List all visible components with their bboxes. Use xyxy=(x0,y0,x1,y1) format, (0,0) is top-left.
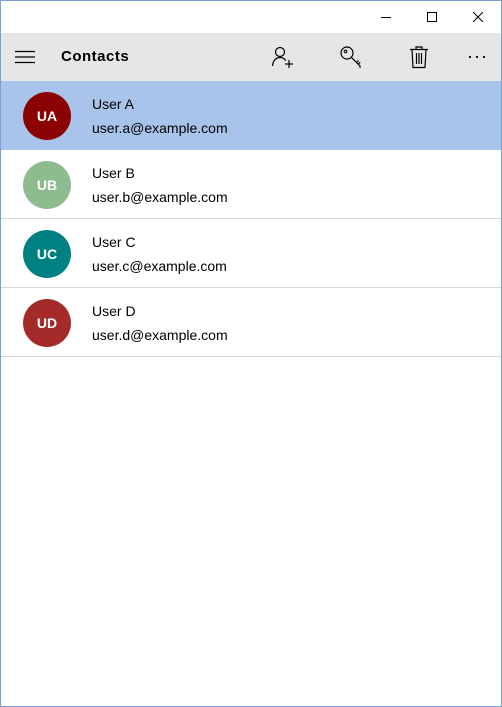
more-button[interactable] xyxy=(453,33,501,81)
command-bar: Contacts xyxy=(1,33,501,81)
close-button[interactable] xyxy=(455,1,501,33)
contacts-list: UA User A user.a@example.com UB User B u… xyxy=(1,81,501,357)
delete-button[interactable] xyxy=(395,33,443,81)
key-icon xyxy=(340,46,361,68)
add-contact-button[interactable] xyxy=(259,33,307,81)
contact-email: user.a@example.com xyxy=(92,120,228,136)
avatar: UD xyxy=(23,299,71,347)
minimize-icon xyxy=(381,17,391,18)
avatar: UC xyxy=(23,230,71,278)
add-person-icon xyxy=(271,46,293,68)
app-window: Contacts UA User A user.a@example.com UB… xyxy=(0,0,502,707)
minimize-button[interactable] xyxy=(363,1,409,33)
contact-row[interactable]: UB User B user.b@example.com xyxy=(1,150,501,219)
contact-name: User C xyxy=(92,234,136,250)
contact-row[interactable]: UA User A user.a@example.com xyxy=(1,81,501,150)
contact-email: user.d@example.com xyxy=(92,327,228,343)
trash-icon xyxy=(410,46,428,69)
title-bar[interactable] xyxy=(1,1,501,33)
page-title: Contacts xyxy=(61,48,130,65)
hamburger-menu-icon xyxy=(15,50,35,64)
contact-email: user.b@example.com xyxy=(92,189,228,205)
contact-name: User D xyxy=(92,303,136,319)
more-ellipsis-icon xyxy=(468,55,486,59)
avatar: UB xyxy=(23,161,71,209)
hamburger-menu-button[interactable] xyxy=(1,33,49,81)
avatar: UA xyxy=(23,92,71,140)
maximize-icon xyxy=(427,12,437,22)
contact-name: User A xyxy=(92,96,135,112)
contact-name: User B xyxy=(92,165,135,181)
key-button[interactable] xyxy=(327,33,375,81)
contact-row[interactable]: UD User D user.d@example.com xyxy=(1,288,501,357)
maximize-button[interactable] xyxy=(409,1,455,33)
close-icon xyxy=(473,12,483,22)
contact-email: user.c@example.com xyxy=(92,258,227,274)
contact-row[interactable]: UC User C user.c@example.com xyxy=(1,219,501,288)
